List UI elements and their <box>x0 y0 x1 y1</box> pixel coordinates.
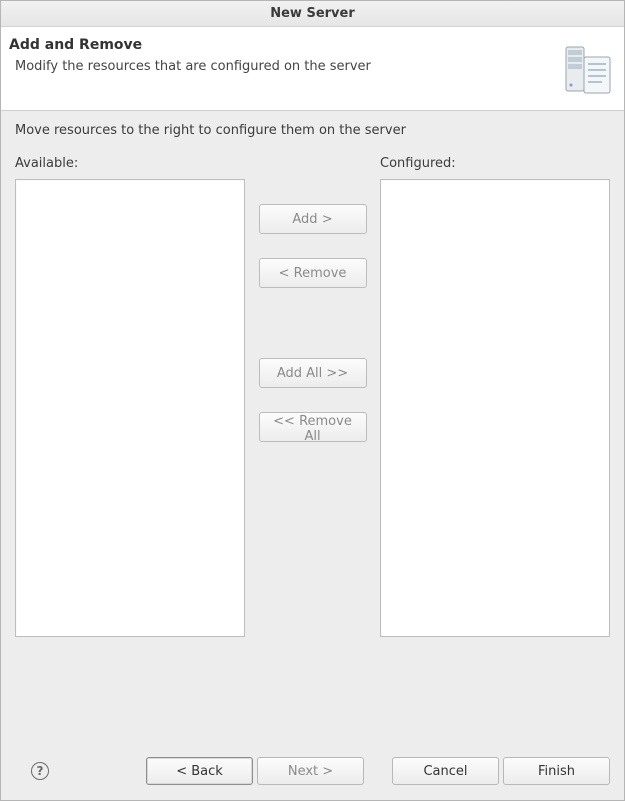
add-all-button[interactable]: Add All >> <box>259 358 367 388</box>
instruction-text: Move resources to the right to configure… <box>15 123 610 138</box>
remove-button[interactable]: < Remove <box>259 258 367 288</box>
configured-label: Configured: <box>380 156 610 171</box>
next-button[interactable]: Next > <box>257 757 364 785</box>
server-icon <box>558 41 616 103</box>
cancel-button[interactable]: Cancel <box>392 757 499 785</box>
finish-button[interactable]: Finish <box>503 757 610 785</box>
help-icon[interactable]: ? <box>31 762 49 780</box>
available-label: Available: <box>15 156 245 171</box>
banner-title: Add and Remove <box>9 37 614 53</box>
remove-all-button[interactable]: << Remove All <box>259 412 367 442</box>
wizard-banner: Add and Remove Modify the resources that… <box>1 27 624 111</box>
wizard-footer: ? < Back Next > Cancel Finish <box>1 742 624 800</box>
configured-listbox[interactable] <box>380 179 610 637</box>
available-listbox[interactable] <box>15 179 245 637</box>
banner-description: Modify the resources that are configured… <box>15 59 614 74</box>
back-button[interactable]: < Back <box>146 757 253 785</box>
window-title: New Server <box>1 1 624 27</box>
add-button[interactable]: Add > <box>259 204 367 234</box>
